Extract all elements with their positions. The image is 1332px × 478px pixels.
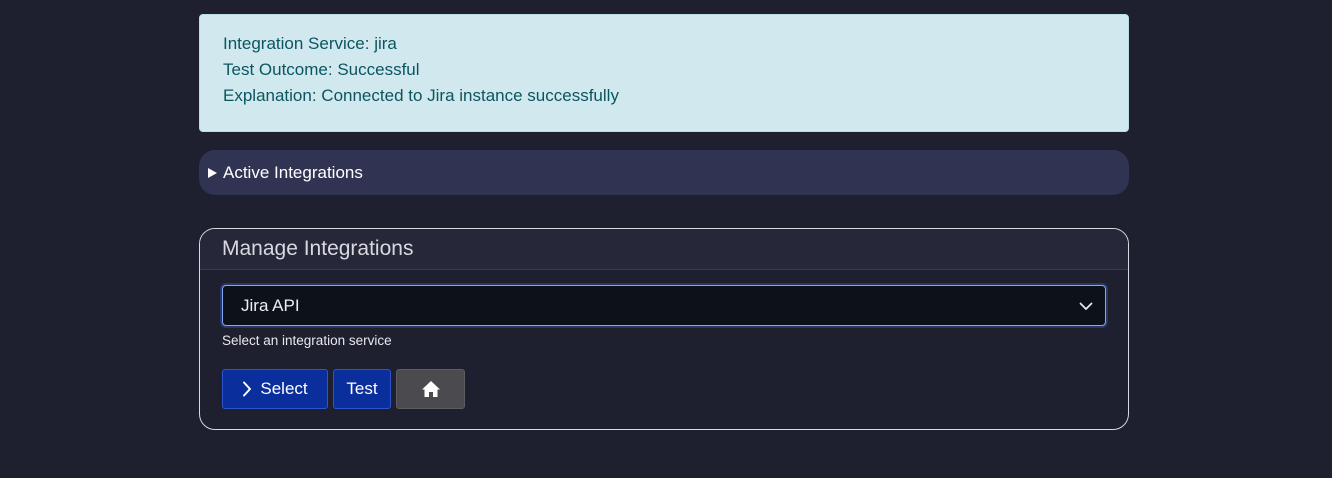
chevron-right-icon (243, 381, 252, 397)
explanation-text: Explanation: Connected to Jira instance … (223, 86, 619, 105)
select-button[interactable]: Select (222, 369, 328, 409)
card-title: Manage Integrations (222, 237, 414, 260)
select-hint: Select an integration service (222, 333, 392, 348)
active-integrations-toggle[interactable]: Active Integrations (199, 150, 1129, 195)
integration-service-text: Integration Service: jira (223, 34, 397, 53)
home-button[interactable] (396, 369, 465, 409)
test-button[interactable]: Test (333, 369, 391, 409)
test-result-alert: Integration Service: jira Test Outcome: … (199, 14, 1129, 132)
card-body: Jira API Select an integration service S… (200, 270, 1128, 409)
select-button-label: Select (260, 379, 308, 398)
card-header: Manage Integrations (200, 229, 1128, 270)
integration-service-select[interactable]: Jira API (222, 285, 1106, 326)
selected-service-value: Jira API (241, 295, 300, 315)
home-icon (421, 381, 440, 397)
main-container: Integration Service: jira Test Outcome: … (199, 14, 1129, 430)
test-button-label: Test (346, 379, 378, 398)
test-outcome-text: Test Outcome: Successful (223, 60, 420, 79)
action-buttons: Select Test (222, 369, 1106, 409)
active-integrations-label: Active Integrations (223, 162, 363, 182)
triangle-right-icon (208, 167, 217, 178)
manage-integrations-card: Manage Integrations Jira API Select an i… (199, 228, 1129, 430)
chevron-down-icon (1079, 302, 1093, 310)
